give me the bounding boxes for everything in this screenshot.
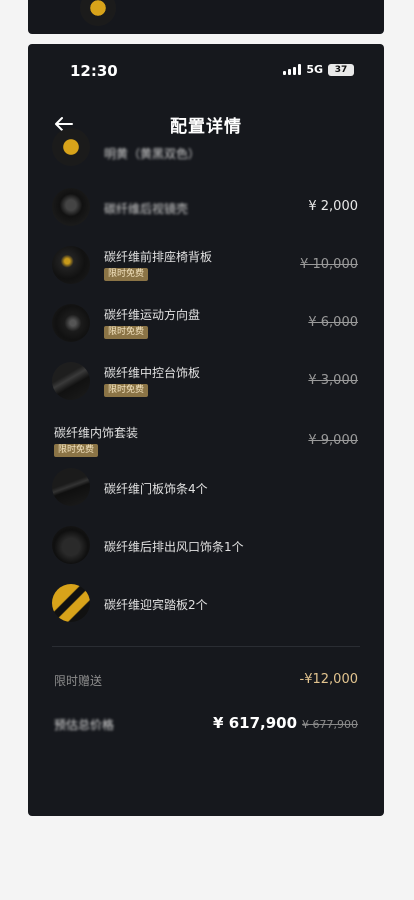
item-name: 碳纤维迎宾踏板2个: [104, 598, 208, 612]
list-item: 碳纤维运动方向盘 限时免费 ¥ 6,000: [28, 304, 384, 344]
list-item: 碳纤维门板饰条4个: [28, 468, 384, 508]
status-indicators: 5G 37: [283, 63, 354, 76]
item-price: ¥ 10,000: [300, 257, 358, 272]
free-badge: 限时免费: [54, 444, 99, 457]
signal-icon: [283, 64, 302, 75]
previous-card-sliver: [28, 0, 384, 34]
item-price: ¥ 9,000: [308, 433, 358, 448]
list-item: 碳纤维迎宾踏板2个: [28, 584, 384, 624]
item-name: 碳纤维后视镜壳: [104, 202, 189, 216]
item-name: 碳纤维门板饰条4个: [104, 482, 208, 496]
list-item: 碳纤维内饰套装 限时免费 ¥ 9,000: [28, 420, 384, 460]
total-label: 预估总价格: [54, 718, 115, 732]
item-name: 碳纤维后排出风口饰条1个: [104, 540, 244, 554]
divider: [52, 646, 360, 647]
list-item: 明黄（黄黑双色）: [28, 128, 384, 166]
steering-wheel-thumbnail: [52, 304, 90, 342]
list-item: 碳纤维中控台饰板 限时免费 ¥ 3,000: [28, 362, 384, 402]
item-name: 明黄（黄黑双色）: [104, 147, 201, 161]
total-price-row: ¥ 617,900 ¥ 677,900: [213, 714, 358, 732]
air-vent-thumbnail: [52, 526, 90, 564]
mirror-cover-thumbnail: [52, 188, 90, 226]
free-badge: 限时免费: [104, 268, 149, 281]
item-name: 碳纤维运动方向盘: [104, 308, 201, 322]
console-trim-thumbnail: [52, 362, 90, 400]
seat-backrest-thumbnail: [52, 246, 90, 284]
status-time: 12:30: [70, 62, 118, 80]
list-item: 碳纤维后视镜壳 ¥ 2,000: [28, 188, 384, 228]
battery-icon: 37: [328, 63, 354, 76]
gift-value: -¥12,000: [299, 672, 358, 687]
status-bar: 12:30 5G 37: [28, 44, 384, 96]
item-name: 碳纤维中控台饰板: [104, 366, 201, 380]
item-name: 碳纤维内饰套装: [54, 426, 139, 440]
door-trim-thumbnail: [52, 468, 90, 506]
item-price: ¥ 6,000: [308, 315, 358, 330]
list-item: 碳纤维后排出风口饰条1个: [28, 526, 384, 566]
color-swatch-thumbnail: [52, 128, 90, 166]
previous-card-thumbnail: [80, 0, 116, 26]
gift-label: 限时赠送: [54, 674, 103, 688]
item-name: 碳纤维前排座椅背板: [104, 250, 213, 264]
list-item: 碳纤维前排座椅背板 限时免费 ¥ 10,000: [28, 246, 384, 286]
item-price: ¥ 2,000: [308, 199, 358, 214]
network-type: 5G: [306, 63, 323, 76]
phone-screen: 12:30 5G 37 配置详情 明黄（黄黑双色） 碳纤维后视镜壳 ¥ 2,00…: [28, 44, 384, 816]
total-price: ¥ 617,900: [213, 714, 298, 732]
original-price: ¥ 677,900: [302, 718, 358, 731]
free-badge: 限时免费: [104, 326, 149, 339]
sill-plate-thumbnail: [52, 584, 90, 622]
free-badge: 限时免费: [104, 384, 149, 397]
item-price: ¥ 3,000: [308, 373, 358, 388]
